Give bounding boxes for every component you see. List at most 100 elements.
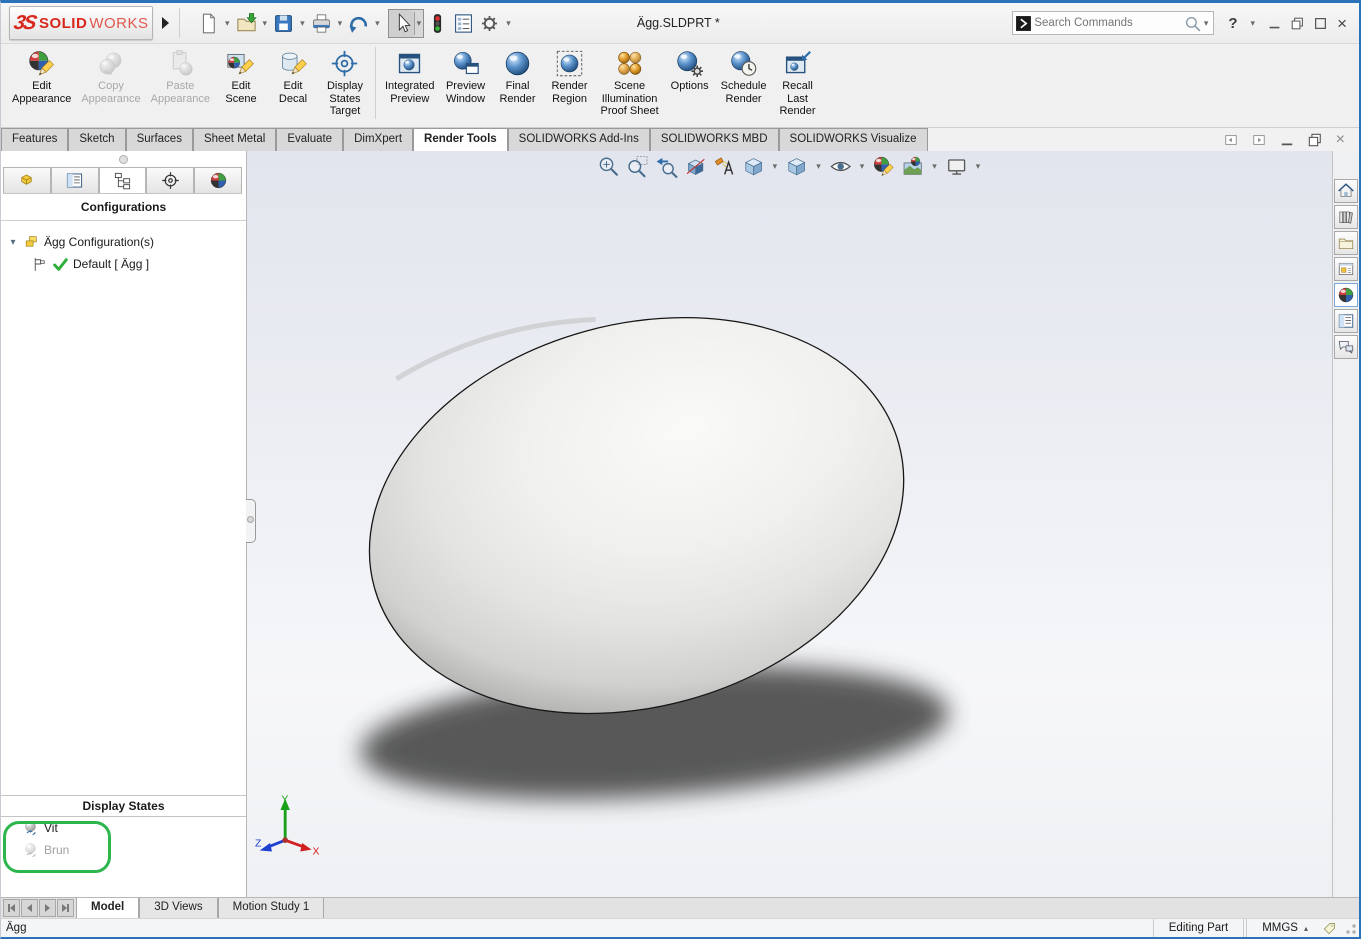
solidworks-logo[interactable]: 3S SOLIDWORKS	[9, 6, 153, 40]
document-restore-button[interactable]	[1308, 133, 1322, 147]
options-dropdown-caret-icon[interactable]: ▾	[506, 18, 511, 29]
edit-appearance-hud-button[interactable]	[871, 154, 896, 179]
undo-button[interactable]	[346, 10, 371, 37]
panel-splitter-handle[interactable]	[246, 499, 256, 543]
undo-dropdown-caret-icon[interactable]: ▾	[375, 18, 380, 29]
tab-sheet-metal[interactable]: Sheet Metal	[193, 128, 276, 151]
search-icon[interactable]	[1184, 15, 1201, 32]
help-dropdown-caret-icon[interactable]: ▾	[1251, 18, 1256, 29]
previous-tab-button[interactable]	[21, 899, 38, 917]
model-tab[interactable]: Model	[76, 898, 139, 918]
next-tab-button[interactable]	[39, 899, 56, 917]
apply-scene-caret-icon[interactable]: ▾	[932, 161, 937, 172]
tab-sketch[interactable]: Sketch	[68, 128, 125, 151]
design-library-button[interactable]	[1334, 205, 1358, 229]
search-flyout-icon[interactable]	[1015, 15, 1032, 32]
property-manager-tab[interactable]	[51, 167, 99, 193]
tab-solidworks-mbd[interactable]: SOLIDWORKS MBD	[650, 128, 779, 151]
view-settings-caret-icon[interactable]: ▾	[976, 161, 981, 172]
view-settings-button[interactable]	[944, 154, 969, 179]
open-button[interactable]	[234, 10, 259, 37]
edit-decal-button[interactable]: Edit Decal	[267, 47, 319, 107]
scene-illumination-proof-sheet-button[interactable]: Scene Illumination Proof Sheet	[596, 47, 664, 120]
units-selector[interactable]: MMGS▴	[1248, 922, 1322, 934]
resize-grip[interactable]	[1343, 921, 1357, 935]
final-render-button[interactable]: Final Render	[492, 47, 544, 107]
close-button[interactable]: ×	[1337, 17, 1347, 30]
recall-last-render-button[interactable]: Recall Last Render	[772, 47, 824, 120]
tab-render-tools[interactable]: Render Tools	[413, 128, 508, 151]
save-button[interactable]	[271, 10, 296, 37]
print-dropdown-caret-icon[interactable]: ▾	[338, 18, 343, 29]
appearances-scenes-button[interactable]	[1334, 283, 1358, 307]
render-region-button[interactable]: Render Region	[544, 47, 596, 107]
tag-icon[interactable]	[1322, 921, 1337, 936]
options-gear-button[interactable]	[477, 10, 502, 37]
collapse-left-pane-button[interactable]	[1224, 133, 1238, 147]
integrated-preview-button[interactable]: Integrated Preview	[380, 47, 440, 107]
display-state-vit[interactable]: Vit	[1, 817, 246, 839]
resource-monitor-button[interactable]	[425, 10, 450, 37]
zoom-to-fit-button[interactable]	[596, 154, 621, 179]
view-orientation-caret-icon[interactable]: ▾	[773, 161, 778, 172]
zoom-to-area-button[interactable]	[625, 154, 650, 179]
search-dropdown-caret-icon[interactable]: ▾	[1204, 18, 1209, 29]
apply-scene-button[interactable]	[900, 154, 925, 179]
print-button[interactable]	[309, 10, 334, 37]
collapse-arrow-icon[interactable]: ▾	[7, 237, 19, 248]
open-dropdown-caret-icon[interactable]: ▾	[263, 18, 268, 29]
display-state-brun[interactable]: Brun	[1, 839, 246, 861]
select-dropdown-caret-icon[interactable]: ▾	[414, 12, 424, 35]
annotation-views-button[interactable]	[712, 154, 737, 179]
menu-flyout-button[interactable]	[157, 8, 180, 38]
command-manager-settings-button[interactable]	[451, 10, 476, 37]
edit-appearance-button[interactable]: Edit Appearance	[7, 47, 76, 107]
display-style-caret-icon[interactable]: ▾	[816, 161, 821, 172]
minimize-button[interactable]	[1268, 17, 1281, 30]
3d-views-tab[interactable]: 3D Views	[139, 898, 217, 918]
previous-view-button[interactable]	[654, 154, 679, 179]
first-tab-button[interactable]	[3, 899, 20, 917]
motion-study-tab[interactable]: Motion Study 1	[218, 898, 325, 918]
tab-solidworks-add-ins[interactable]: SOLIDWORKS Add-Ins	[508, 128, 650, 151]
display-manager-tab[interactable]	[194, 167, 242, 193]
home-tab-button[interactable]	[1334, 179, 1358, 203]
search-input[interactable]	[1032, 16, 1183, 30]
edit-scene-button[interactable]: Edit Scene	[215, 47, 267, 107]
document-close-button[interactable]: ×	[1336, 133, 1345, 147]
tab-surfaces[interactable]: Surfaces	[126, 128, 193, 151]
feature-manager-tab[interactable]	[3, 167, 51, 193]
file-explorer-button[interactable]	[1334, 231, 1358, 255]
hide-show-caret-icon[interactable]: ▾	[860, 161, 865, 172]
tab-solidworks-visualize[interactable]: SOLIDWORKS Visualize	[779, 128, 928, 151]
select-button[interactable]	[389, 10, 414, 37]
custom-properties-button[interactable]	[1334, 309, 1358, 333]
preview-window-button[interactable]: Preview Window	[440, 47, 492, 107]
expand-right-pane-button[interactable]	[1252, 133, 1266, 147]
tree-row-default-configuration[interactable]: Default [ Ägg ]	[7, 253, 246, 275]
section-view-button[interactable]	[683, 154, 708, 179]
forum-button[interactable]	[1334, 335, 1358, 359]
tab-evaluate[interactable]: Evaluate	[276, 128, 343, 151]
dimxpert-manager-tab[interactable]	[146, 167, 194, 193]
display-style-button[interactable]	[784, 154, 809, 179]
schedule-render-button[interactable]: Schedule Render	[716, 47, 772, 107]
hide-show-items-button[interactable]	[828, 154, 853, 179]
view-orientation-button[interactable]	[741, 154, 766, 179]
document-minimize-button[interactable]	[1280, 133, 1294, 147]
new-dropdown-caret-icon[interactable]: ▾	[225, 18, 230, 29]
tab-dimxpert[interactable]: DimXpert	[343, 128, 413, 151]
new-document-button[interactable]	[196, 10, 221, 37]
restore-button[interactable]	[1291, 17, 1304, 30]
maximize-button[interactable]	[1314, 17, 1327, 30]
render-options-button[interactable]: Options	[664, 47, 716, 95]
tree-row-configurations-root[interactable]: ▾ Ägg Configuration(s)	[7, 231, 246, 253]
configuration-manager-tab[interactable]	[99, 167, 147, 193]
view-palette-button[interactable]	[1334, 257, 1358, 281]
display-states-target-button[interactable]: Display States Target	[319, 47, 371, 120]
tab-features[interactable]: Features	[1, 128, 68, 151]
save-dropdown-caret-icon[interactable]: ▾	[300, 18, 305, 29]
help-button[interactable]: ?	[1228, 15, 1237, 32]
panel-splitter-dot[interactable]	[119, 155, 128, 164]
last-tab-button[interactable]	[57, 899, 74, 917]
